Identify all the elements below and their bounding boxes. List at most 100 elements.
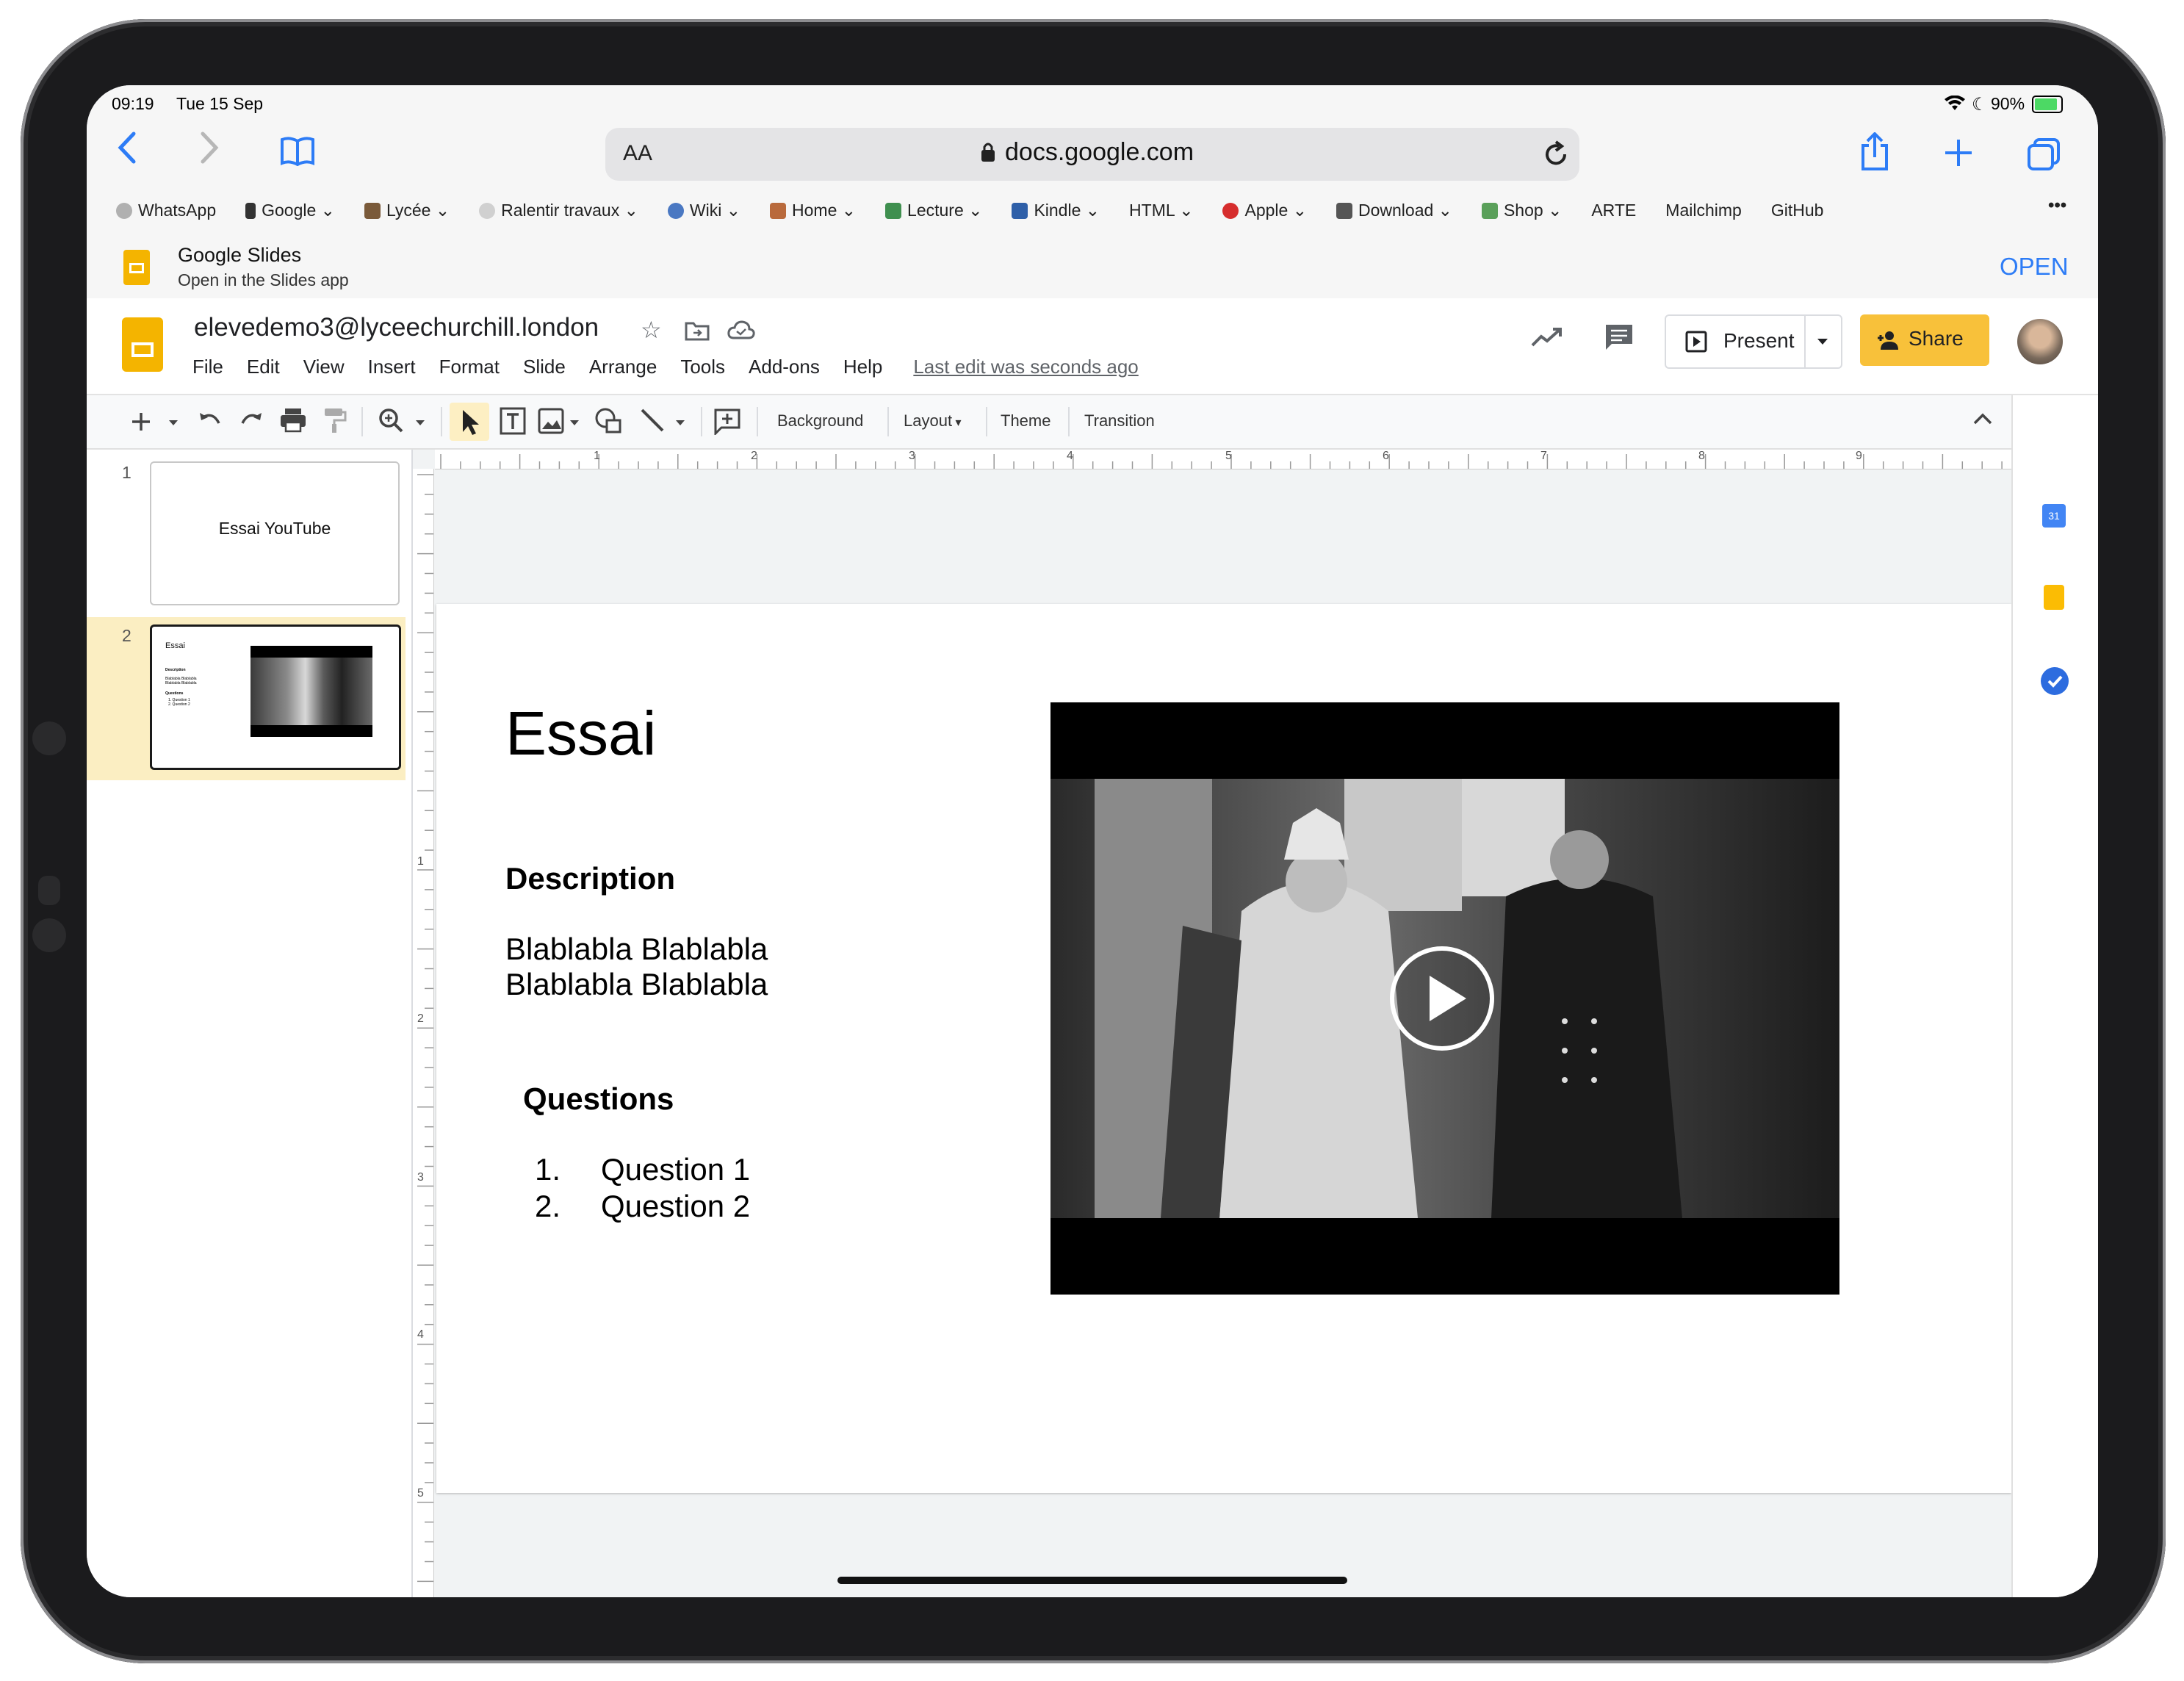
transition-button[interactable]: Transition (1084, 411, 1155, 431)
line-tool-icon[interactable] (639, 407, 692, 439)
play-icon[interactable] (1390, 946, 1494, 1051)
toolbar-separator (1068, 407, 1070, 436)
bookmark-kindle[interactable]: Kindle ⌄ (1012, 201, 1100, 220)
description-heading[interactable]: Description (505, 861, 675, 896)
theme-button[interactable]: Theme (1001, 411, 1050, 431)
bookmark-label: Download (1358, 200, 1434, 220)
add-comment-icon[interactable] (713, 407, 742, 439)
person-add-icon (1876, 331, 1901, 353)
bookmark-download[interactable]: Download ⌄ (1336, 201, 1452, 220)
layout-button[interactable]: Layout ▾ (904, 411, 962, 431)
text-size-button[interactable]: AA (623, 141, 652, 166)
bookmark-home[interactable]: Home ⌄ (770, 201, 856, 220)
reload-icon[interactable] (1543, 140, 1571, 173)
activity-trend-icon[interactable] (1531, 326, 1563, 352)
slide-thumbnail-2[interactable]: Essai Description Blablabla Blablabla Bl… (150, 624, 401, 770)
comments-icon[interactable] (1604, 323, 1634, 355)
bookmark-apple[interactable]: Apple ⌄ (1222, 201, 1307, 220)
move-folder-icon[interactable] (685, 320, 710, 345)
more-bookmarks-icon[interactable]: ••• (2048, 195, 2066, 216)
cursor-arrow-icon (463, 410, 479, 435)
slide-title[interactable]: Essai (505, 698, 656, 769)
youtube-video-embed[interactable] (1050, 702, 1839, 1295)
menu-edit[interactable]: Edit (247, 356, 280, 378)
menu-slide[interactable]: Slide (523, 356, 566, 378)
menu-arrange[interactable]: Arrange (589, 356, 657, 378)
chevron-down-icon: ⌄ (1292, 200, 1307, 220)
status-date: Tue 15 Sep (176, 94, 264, 113)
present-options-caret-icon[interactable] (1816, 336, 1829, 350)
bookmark-arte[interactable]: ARTE (1591, 201, 1636, 220)
ipad-screen: 09:19 Tue 15 Sep ☾ 90% AA docs.google.co… (87, 85, 2098, 1597)
open-app-button[interactable]: OPEN (2000, 253, 2069, 281)
thumbnail-video (251, 646, 372, 737)
text-box-icon[interactable] (498, 406, 527, 440)
calendar-icon[interactable]: 31 (2042, 504, 2066, 528)
bookmark-whatsapp[interactable]: WhatsApp (116, 201, 216, 220)
slide[interactable]: Essai Description Blablabla Blablabla Bl… (436, 604, 2011, 1493)
collapse-toolbar-icon[interactable] (1972, 410, 1994, 431)
present-label: Present (1723, 329, 1795, 352)
ruler-label: 5 (1225, 450, 1232, 462)
bookmark-wiki[interactable]: Wiki ⌄ (667, 200, 740, 220)
chevron-down-icon: ⌄ (968, 200, 983, 220)
select-tool-button[interactable] (450, 403, 489, 441)
bookmark-html[interactable]: HTML ⌄ (1129, 201, 1193, 220)
background-button[interactable]: Background (777, 411, 863, 431)
slide-number: 2 (122, 626, 131, 645)
menu-addons[interactable]: Add-ons (749, 356, 820, 378)
redo-icon[interactable] (238, 408, 264, 437)
ruler-label: 6 (1383, 450, 1389, 462)
document-title[interactable]: elevedemo3@lyceechurchill.london (194, 313, 599, 342)
slides-app-icon (123, 250, 150, 285)
present-button[interactable]: Present (1665, 314, 1842, 369)
bookmark-label: Wiki (689, 200, 722, 220)
questions-heading[interactable]: Questions (523, 1081, 674, 1117)
forward-icon[interactable] (198, 129, 220, 170)
question-item[interactable]: Question 1 (601, 1152, 750, 1187)
menu-insert[interactable]: Insert (368, 356, 416, 378)
bookmark-lycee[interactable]: Lycée ⌄ (364, 201, 450, 220)
question-item[interactable]: Question 2 (601, 1189, 750, 1224)
print-icon[interactable] (279, 407, 307, 437)
shape-icon[interactable] (594, 407, 623, 439)
undo-icon[interactable] (197, 408, 223, 437)
description-line[interactable]: Blablabla Blablabla (505, 967, 768, 1002)
slide-thumbnail-1[interactable]: Essai YouTube (150, 461, 400, 605)
ruler-label: 4 (1067, 450, 1073, 462)
tabs-overview-icon[interactable] (2026, 137, 2061, 176)
paint-format-icon[interactable] (322, 407, 347, 437)
share-button[interactable]: Share (1860, 314, 1989, 366)
bookmarks-book-icon[interactable] (279, 137, 316, 170)
bookmark-ralentir-travaux[interactable]: Ralentir travaux ⌄ (479, 201, 638, 220)
last-edit-link[interactable]: Last edit was seconds ago (913, 356, 1138, 378)
description-line[interactable]: Blablabla Blablabla (505, 932, 768, 967)
zoom-icon[interactable] (378, 407, 430, 439)
avatar[interactable] (2017, 319, 2063, 364)
tasks-icon[interactable] (2041, 667, 2069, 695)
menu-tools[interactable]: Tools (680, 356, 725, 378)
insert-image-icon[interactable] (538, 407, 582, 439)
bookmark-mailchimp[interactable]: Mailchimp (1665, 201, 1742, 220)
thumbnail-title: Essai (165, 641, 185, 650)
bookmark-google[interactable]: Google ⌄ (245, 201, 335, 220)
bookmark-shop[interactable]: Shop ⌄ (1481, 201, 1562, 220)
menu-format[interactable]: Format (439, 356, 500, 378)
address-bar[interactable]: AA docs.google.com (605, 128, 1579, 181)
share-icon[interactable] (1859, 132, 1891, 176)
banner-subtitle: Open in the Slides app (178, 270, 349, 289)
keep-icon[interactable] (2044, 585, 2064, 610)
menu-file[interactable]: File (192, 356, 223, 378)
slides-logo-icon[interactable] (122, 317, 163, 372)
bookmark-lecture[interactable]: Lecture ⌄ (885, 201, 982, 220)
share-label: Share (1909, 327, 1964, 350)
side-panel: 31 (2011, 395, 2098, 1597)
menu-help[interactable]: Help (843, 356, 882, 378)
menu-view[interactable]: View (303, 356, 345, 378)
cloud-status-icon[interactable] (727, 320, 755, 345)
bookmark-github[interactable]: GitHub (1771, 201, 1824, 220)
back-icon[interactable] (116, 129, 138, 175)
star-icon[interactable]: ☆ (641, 316, 662, 344)
new-tab-icon[interactable] (1942, 137, 1975, 173)
new-slide-button[interactable] (126, 407, 194, 436)
